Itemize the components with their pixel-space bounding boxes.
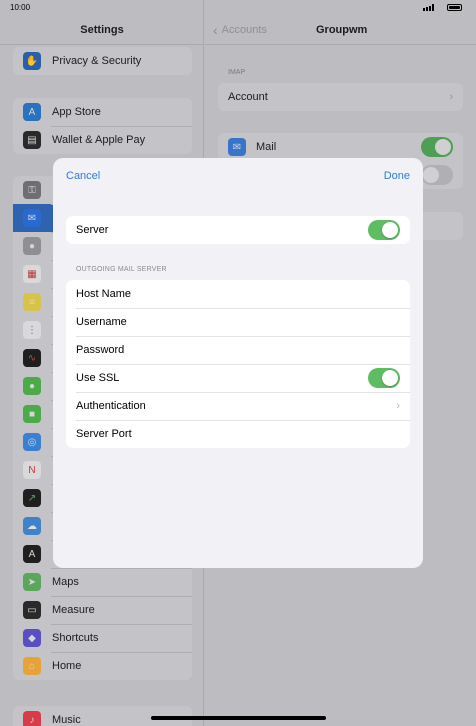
news-icon: N (23, 461, 41, 479)
sidebar-item-measure[interactable]: ▭ Measure (13, 596, 192, 624)
music-icon: ♪ (23, 711, 41, 726)
mail-icon: ✉ (23, 209, 41, 227)
account-label: Account (228, 91, 268, 103)
divider (0, 44, 204, 45)
server-label: Server (76, 224, 109, 236)
mail-row: ✉ Mail (218, 133, 463, 161)
host-name-label: Host Name (76, 288, 132, 300)
outgoing-server-group: Host Name Username Password Use SSL Auth… (66, 280, 410, 448)
stocks-icon: ↗ (23, 489, 41, 507)
authentication-row[interactable]: Authentication › (66, 392, 410, 420)
sidebar-group-store: A App Store ▤ Wallet & Apple Pay (13, 98, 192, 154)
back-button[interactable]: ‹ Accounts (213, 22, 267, 38)
chevron-right-icon: › (449, 91, 453, 103)
shortcuts-icon: ◆ (23, 629, 41, 647)
sidebar-title: Settings (80, 24, 124, 36)
measure-icon: ▭ (23, 601, 41, 619)
calendar-icon: ▦ (23, 265, 41, 283)
sidebar-item-label: Shortcuts (52, 632, 99, 644)
back-label: Accounts (221, 24, 267, 36)
sidebar-item-maps[interactable]: ➤ Maps (13, 568, 192, 596)
messages-icon: ● (23, 377, 41, 395)
sidebar-item-label: Measure (52, 604, 95, 616)
mail-icon: ✉ (228, 138, 246, 156)
facetime-icon: ■ (23, 405, 41, 423)
divider (205, 44, 476, 45)
safari-icon: ◎ (23, 433, 41, 451)
done-button[interactable]: Done (384, 170, 410, 182)
maps-icon: ➤ (23, 573, 41, 591)
status-bar: 10:00 (0, 0, 476, 16)
home-indicator (151, 716, 326, 720)
voice-memos-icon: ∿ (23, 349, 41, 367)
use-ssl-toggle[interactable] (368, 368, 400, 388)
sidebar-item-app-store[interactable]: A App Store (13, 98, 192, 126)
detail-title: Groupwm (316, 24, 368, 36)
chevron-right-icon: › (396, 400, 400, 412)
sidebar-item-label: Privacy & Security (52, 55, 142, 67)
wallet-icon: ▤ (23, 131, 41, 149)
mail-label: Mail (256, 141, 277, 153)
contacts-icon: ● (23, 237, 41, 255)
notes-icon: ≡ (23, 293, 41, 311)
account-row[interactable]: Account › (218, 83, 463, 111)
chevron-left-icon: ‹ (213, 22, 218, 38)
sidebar-item-label: Maps (52, 576, 79, 588)
battery-icon (447, 4, 462, 11)
status-time: 10:00 (10, 3, 31, 12)
server-toggle[interactable] (368, 220, 400, 240)
section-header-outgoing: OUTGOING MAIL SERVER (76, 266, 167, 273)
app-store-icon: A (23, 103, 41, 121)
server-row: Server (66, 216, 410, 244)
sidebar-item-label: Home (52, 660, 82, 672)
sidebar-item-home[interactable]: ⌂ Home (13, 652, 192, 680)
reminders-icon: ⋮ (23, 321, 41, 339)
home-icon: ⌂ (23, 657, 41, 675)
sidebar-item-shortcuts[interactable]: ◆ Shortcuts (13, 624, 192, 652)
password-field[interactable]: Password (66, 336, 410, 364)
section-header-imap: IMAP (228, 69, 246, 76)
cancel-button[interactable]: Cancel (66, 170, 100, 182)
password-label: Password (76, 344, 125, 356)
sidebar-item-label: Music (52, 714, 81, 726)
cellular-signal-icon (423, 4, 434, 11)
account-group: Account › (218, 83, 463, 111)
use-ssl-label: Use SSL (76, 372, 120, 384)
smtp-server-sheet: Cancel Done Server OUTGOING MAIL SERVER … (53, 158, 423, 568)
passwords-key-icon: ⚿ (23, 181, 41, 199)
server-group: Server (66, 216, 410, 244)
server-port-field[interactable]: Server Port (66, 420, 410, 448)
username-label: Username (76, 316, 127, 328)
username-field[interactable]: Username (66, 308, 410, 336)
weather-icon: ☁ (23, 517, 41, 535)
hand-icon: ✋ (23, 52, 41, 70)
sidebar-item-label: Wallet & Apple Pay (52, 134, 146, 146)
host-name-field[interactable]: Host Name (66, 280, 410, 308)
translate-icon: A (23, 545, 41, 563)
authentication-label: Authentication (76, 400, 146, 412)
use-ssl-row: Use SSL (66, 364, 410, 392)
mail-toggle[interactable] (421, 137, 453, 157)
service-toggle[interactable] (421, 165, 453, 185)
sidebar-item-privacy[interactable]: ✋ Privacy & Security (13, 47, 192, 75)
server-port-label: Server Port (76, 428, 132, 440)
sidebar-item-label: App Store (52, 106, 101, 118)
sheet-nav-bar: Cancel Done (53, 158, 423, 194)
sidebar-item-wallet[interactable]: ▤ Wallet & Apple Pay (13, 126, 192, 154)
sidebar-group-privacy: ✋ Privacy & Security (13, 47, 192, 75)
